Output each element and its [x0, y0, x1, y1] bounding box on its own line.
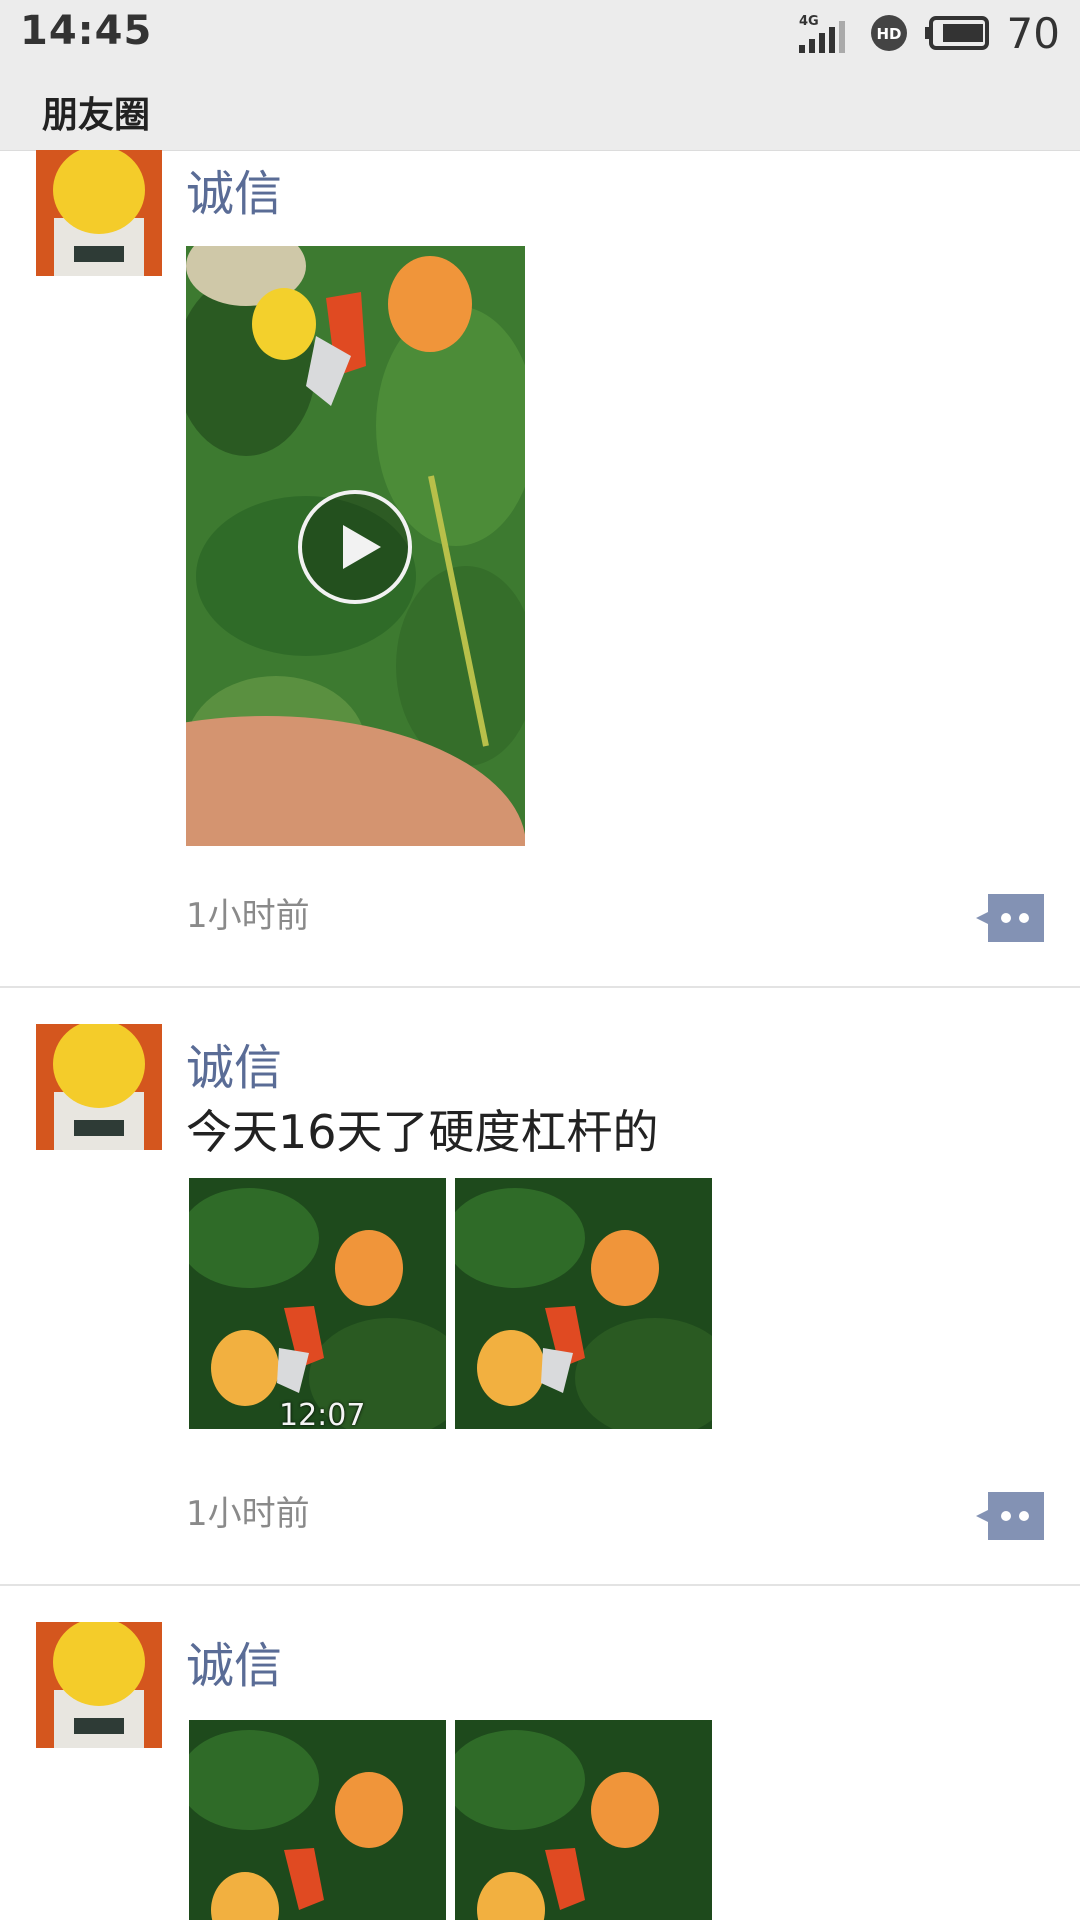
- post-username[interactable]: 诚信: [186, 1626, 282, 1696]
- svg-text:HD: HD: [876, 25, 901, 43]
- status-bar: 14:45 4G HD 70: [0, 0, 1080, 66]
- post-image[interactable]: [455, 1720, 712, 1920]
- avatar[interactable]: [36, 150, 162, 276]
- post-divider: [0, 1584, 1080, 1586]
- app-bar: 朋友圈: [0, 66, 1080, 151]
- battery-level: 70: [1006, 8, 1060, 58]
- image-caption: 12:07: [279, 1398, 366, 1429]
- play-icon[interactable]: [297, 489, 413, 605]
- post-text: 今天16天了硬度杠杆的: [186, 1105, 659, 1159]
- comment-button[interactable]: [976, 894, 1044, 942]
- status-icons: 4G HD 70: [795, 8, 1060, 58]
- post-username[interactable]: 诚信: [186, 154, 282, 224]
- hd-voice-icon: HD: [870, 15, 907, 51]
- post-time: 1小时前: [186, 1494, 310, 1534]
- comment-button[interactable]: [976, 1492, 1044, 1540]
- avatar[interactable]: [36, 1024, 162, 1150]
- post-username[interactable]: 诚信: [186, 1028, 282, 1098]
- moments-feed[interactable]: 诚信 1小时前 诚信 今天16天了硬度杠杆的 12:07 1小时前 诚信: [0, 150, 1080, 1920]
- page-title: 朋友圈: [42, 95, 151, 136]
- svg-text:4G: 4G: [799, 14, 819, 29]
- post-image[interactable]: [189, 1720, 446, 1920]
- battery-icon: [924, 16, 989, 50]
- post-time: 1小时前: [186, 896, 310, 936]
- post-divider: [0, 986, 1080, 988]
- video-thumbnail[interactable]: [186, 246, 525, 846]
- avatar[interactable]: [36, 1622, 162, 1748]
- post-image[interactable]: [455, 1178, 712, 1429]
- post-image[interactable]: 12:07: [189, 1178, 446, 1429]
- signal-4g-icon: 4G: [798, 14, 845, 53]
- status-time: 14:45: [20, 8, 153, 54]
